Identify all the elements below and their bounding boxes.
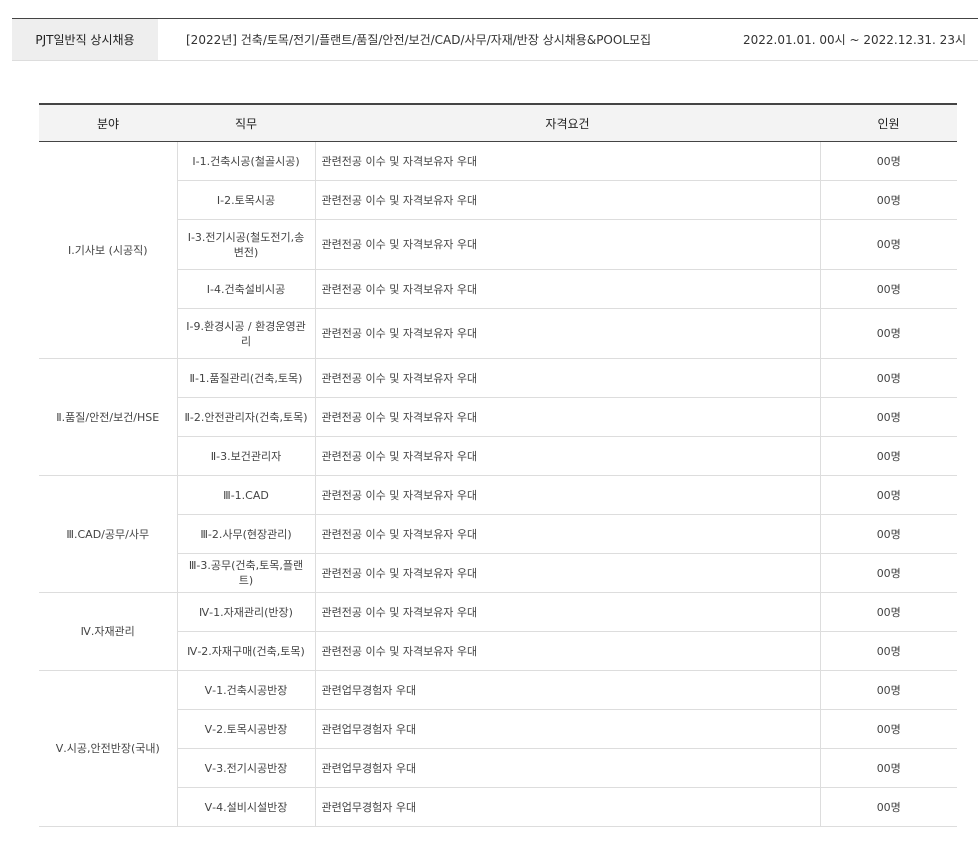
column-header-category: 분야 bbox=[39, 103, 177, 142]
count-cell: 00명 bbox=[820, 787, 957, 827]
role-cell: Ⅲ-1.CAD bbox=[177, 475, 316, 515]
requirement-cell: 관련전공 이수 및 자격보유자 우대 bbox=[315, 514, 821, 554]
count-cell: 00명 bbox=[820, 397, 957, 437]
role-cell: Ⅳ-2.자재구매(건축,토목) bbox=[177, 631, 316, 671]
table-row: Ⅴ-2.토목시공반장 관련업무경험자 우대 00명 bbox=[39, 709, 957, 749]
table-row: Ⅲ-2.사무(현장관리) 관련전공 이수 및 자격보유자 우대 00명 bbox=[39, 514, 957, 554]
requirement-cell: 관련전공 이수 및 자격보유자 우대 bbox=[315, 308, 821, 359]
category-cell: Ⅴ.시공,안전반장(국내) bbox=[39, 670, 178, 827]
table-row: Ⅳ-2.자재구매(건축,토목) 관련전공 이수 및 자격보유자 우대 00명 bbox=[39, 631, 957, 671]
role-cell: Ⅰ-3.전기시공(철도전기,송변전) bbox=[177, 219, 316, 270]
count-cell: 00명 bbox=[820, 553, 957, 593]
posting-title[interactable]: [2022년] 건축/토목/전기/플랜트/품질/안전/보건/CAD/사무/자재/… bbox=[186, 19, 651, 60]
role-cell: Ⅰ-9.환경시공 / 환경운영관리 bbox=[177, 308, 316, 359]
count-cell: 00명 bbox=[820, 631, 957, 671]
table-row: Ⅰ.기사보 (시공직) Ⅰ-1.건축시공(철골시공) 관련전공 이수 및 자격보… bbox=[39, 141, 957, 359]
table-row: Ⅳ.자재관리 Ⅳ-1.자재관리(반장) 관련전공 이수 및 자격보유자 우대 0… bbox=[39, 592, 957, 671]
table-row: Ⅱ-3.보건관리자 관련전공 이수 및 자격보유자 우대 00명 bbox=[39, 436, 957, 476]
table-row: Ⅱ-2.안전관리자(건축,토목) 관련전공 이수 및 자격보유자 우대 00명 bbox=[39, 397, 957, 437]
count-cell: 00명 bbox=[820, 670, 957, 710]
category-cell: Ⅳ.자재관리 bbox=[39, 592, 178, 671]
count-cell: 00명 bbox=[820, 514, 957, 554]
table-row: Ⅴ.시공,안전반장(국내) Ⅴ-1.건축시공반장 관련업무경험자 우대 00명 bbox=[39, 670, 957, 827]
role-cell: Ⅲ-2.사무(현장관리) bbox=[177, 514, 316, 554]
count-cell: 00명 bbox=[820, 141, 957, 181]
role-cell: Ⅱ-3.보건관리자 bbox=[177, 436, 316, 476]
count-cell: 00명 bbox=[820, 592, 957, 632]
role-cell: Ⅴ-2.토목시공반장 bbox=[177, 709, 316, 749]
count-cell: 00명 bbox=[820, 269, 957, 309]
count-cell: 00명 bbox=[820, 709, 957, 749]
requirement-cell: 관련전공 이수 및 자격보유자 우대 bbox=[315, 141, 821, 181]
table-row: Ⅱ.품질/안전/보건/HSE Ⅱ-1.품질관리(건축,토목) 관련전공 이수 및… bbox=[39, 358, 957, 476]
category-cell: Ⅱ.품질/안전/보건/HSE bbox=[39, 358, 178, 476]
table-row: Ⅴ-3.전기시공반장 관련업무경험자 우대 00명 bbox=[39, 748, 957, 788]
category-cell: Ⅲ.CAD/공무/사무 bbox=[39, 475, 178, 593]
requirement-cell: 관련업무경험자 우대 bbox=[315, 709, 821, 749]
requirement-cell: 관련전공 이수 및 자격보유자 우대 bbox=[315, 397, 821, 437]
requirement-cell: 관련전공 이수 및 자격보유자 우대 bbox=[315, 592, 821, 632]
role-cell: Ⅴ-4.설비시설반장 bbox=[177, 787, 316, 827]
table-row: Ⅰ-4.건축설비시공 관련전공 이수 및 자격보유자 우대 00명 bbox=[39, 269, 957, 309]
requirement-cell: 관련업무경험자 우대 bbox=[315, 787, 821, 827]
column-header-count: 인원 bbox=[820, 103, 957, 142]
count-cell: 00명 bbox=[820, 308, 957, 359]
column-header-requirement: 자격요건 bbox=[315, 103, 820, 142]
category-cell: Ⅰ.기사보 (시공직) bbox=[39, 141, 178, 359]
requirement-cell: 관련전공 이수 및 자격보유자 우대 bbox=[315, 436, 821, 476]
table-row: Ⅰ-3.전기시공(철도전기,송변전) 관련전공 이수 및 자격보유자 우대 00… bbox=[39, 219, 957, 270]
role-cell: Ⅱ-2.안전관리자(건축,토목) bbox=[177, 397, 316, 437]
role-cell: Ⅴ-3.전기시공반장 bbox=[177, 748, 316, 788]
job-requirements-table: 분야 직무 자격요건 인원 Ⅰ.기사보 (시공직) Ⅰ-1.건축시공(철골시공)… bbox=[39, 103, 957, 827]
role-cell: Ⅰ-4.건축설비시공 bbox=[177, 269, 316, 309]
posting-period: 2022.01.01. 00시 ~ 2022.12.31. 23시 bbox=[743, 33, 966, 47]
role-cell: Ⅴ-1.건축시공반장 bbox=[177, 670, 316, 710]
count-cell: 00명 bbox=[820, 748, 957, 788]
count-cell: 00명 bbox=[820, 180, 957, 220]
table-row: Ⅰ-2.토목시공 관련전공 이수 및 자격보유자 우대 00명 bbox=[39, 180, 957, 220]
role-cell: Ⅱ-1.품질관리(건축,토목) bbox=[177, 358, 316, 398]
posting-header: PJT일반직 상시채용 [2022년] 건축/토목/전기/플랜트/품질/안전/보… bbox=[12, 18, 978, 61]
requirement-cell: 관련업무경험자 우대 bbox=[315, 670, 821, 710]
requirement-cell: 관련전공 이수 및 자격보유자 우대 bbox=[315, 553, 821, 593]
requirement-cell: 관련전공 이수 및 자격보유자 우대 bbox=[315, 631, 821, 671]
table-row: Ⅲ.CAD/공무/사무 Ⅲ-1.CAD 관련전공 이수 및 자격보유자 우대 0… bbox=[39, 475, 957, 593]
posting-type-label: PJT일반직 상시채용 bbox=[12, 19, 158, 60]
table-row: Ⅲ-3.공무(건축,토목,플랜트) 관련전공 이수 및 자격보유자 우대 00명 bbox=[39, 553, 957, 593]
role-cell: Ⅰ-2.토목시공 bbox=[177, 180, 316, 220]
role-cell: Ⅳ-1.자재관리(반장) bbox=[177, 592, 316, 632]
requirement-cell: 관련전공 이수 및 자격보유자 우대 bbox=[315, 219, 821, 270]
count-cell: 00명 bbox=[820, 475, 957, 515]
requirement-cell: 관련전공 이수 및 자격보유자 우대 bbox=[315, 269, 821, 309]
count-cell: 00명 bbox=[820, 436, 957, 476]
count-cell: 00명 bbox=[820, 358, 957, 398]
table-row: Ⅴ-4.설비시설반장 관련업무경험자 우대 00명 bbox=[39, 787, 957, 827]
requirement-cell: 관련전공 이수 및 자격보유자 우대 bbox=[315, 180, 821, 220]
requirement-cell: 관련전공 이수 및 자격보유자 우대 bbox=[315, 358, 821, 398]
requirement-cell: 관련업무경험자 우대 bbox=[315, 748, 821, 788]
role-cell: Ⅲ-3.공무(건축,토목,플랜트) bbox=[177, 553, 316, 593]
column-header-role: 직무 bbox=[177, 103, 315, 142]
count-cell: 00명 bbox=[820, 219, 957, 270]
role-cell: Ⅰ-1.건축시공(철골시공) bbox=[177, 141, 316, 181]
table-row: Ⅰ-9.환경시공 / 환경운영관리 관련전공 이수 및 자격보유자 우대 00명 bbox=[39, 308, 957, 359]
table-header-row: 분야 직무 자격요건 인원 bbox=[39, 103, 957, 142]
requirement-cell: 관련전공 이수 및 자격보유자 우대 bbox=[315, 475, 821, 515]
